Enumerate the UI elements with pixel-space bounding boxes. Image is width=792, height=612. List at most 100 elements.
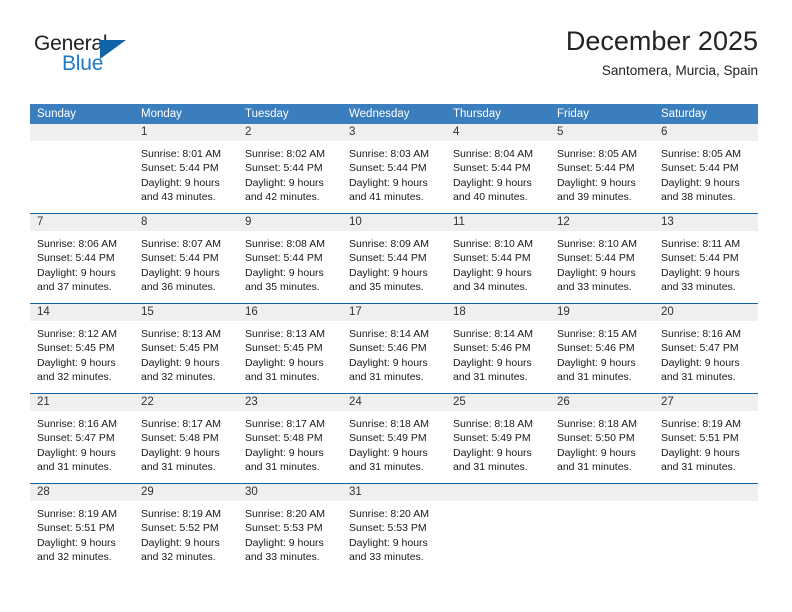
sunrise-text: Sunrise: 8:05 AM xyxy=(557,148,637,160)
sunrise-text: Sunrise: 8:06 AM xyxy=(37,238,117,250)
calendar-week-row: 21 Sunrise: 8:16 AM Sunset: 5:47 PM Dayligh… xyxy=(30,393,758,483)
day-number-band: 6 xyxy=(654,124,758,141)
daylight-text: Daylight: 9 hours xyxy=(453,356,532,369)
sunrise-text: Sunrise: 8:18 AM xyxy=(557,418,637,430)
calendar-day-cell[interactable]: 27 Sunrise: 8:19 AM Sunset: 5:51 PM Dayligh… xyxy=(654,394,758,483)
sunset-text: Sunset: 5:44 PM xyxy=(141,162,219,175)
day-details xyxy=(446,501,550,507)
day-number-band: 4 xyxy=(446,124,550,141)
day-number-band: 13 xyxy=(654,214,758,231)
calendar-day-cell[interactable]: 10 Sunrise: 8:09 AM Sunset: 5:44 PM Dayligh… xyxy=(342,214,446,303)
calendar-day-cell[interactable]: 13 Sunrise: 8:11 AM Sunset: 5:44 PM Dayligh… xyxy=(654,214,758,303)
calendar-day-cell[interactable]: 25 Sunrise: 8:18 AM Sunset: 5:49 PM Dayligh… xyxy=(446,394,550,483)
day-number: 14 xyxy=(37,306,50,318)
daylight-text-cont: and 41 minutes. xyxy=(349,191,424,204)
day-number: 20 xyxy=(661,306,674,318)
day-details: Sunrise: 8:05 AM Sunset: 5:44 PM Daylight:… xyxy=(550,141,654,205)
sunset-text: Sunset: 5:50 PM xyxy=(557,432,635,445)
calendar-day-cell[interactable]: 8 Sunrise: 8:07 AM Sunset: 5:44 PM Daylight… xyxy=(134,214,238,303)
sunset-text: Sunset: 5:44 PM xyxy=(349,252,427,265)
calendar-day-cell[interactable]: 18 Sunrise: 8:14 AM Sunset: 5:46 PM Dayligh… xyxy=(446,304,550,393)
day-number-band: 10 xyxy=(342,214,446,231)
calendar-day-cell[interactable]: 16 Sunrise: 8:13 AM Sunset: 5:45 PM Dayligh… xyxy=(238,304,342,393)
day-number-band xyxy=(446,484,550,501)
daylight-text-cont: and 32 minutes. xyxy=(37,371,112,384)
calendar-day-cell[interactable]: 9 Sunrise: 8:08 AM Sunset: 5:44 PM Daylight… xyxy=(238,214,342,303)
day-number-band: 26 xyxy=(550,394,654,411)
sunrise-text: Sunrise: 8:14 AM xyxy=(349,328,429,340)
day-number: 21 xyxy=(37,396,50,408)
sunset-text: Sunset: 5:51 PM xyxy=(37,522,115,535)
day-number: 1 xyxy=(141,126,148,138)
calendar-day-cell[interactable]: 12 Sunrise: 8:10 AM Sunset: 5:44 PM Dayligh… xyxy=(550,214,654,303)
day-number: 7 xyxy=(37,216,44,228)
sunrise-text: Sunrise: 8:12 AM xyxy=(37,328,117,340)
triangle-icon xyxy=(100,40,126,59)
daylight-text: Daylight: 9 hours xyxy=(661,176,740,189)
day-details: Sunrise: 8:12 AM Sunset: 5:45 PM Daylight:… xyxy=(30,321,134,385)
calendar-day-cell[interactable]: 4 Sunrise: 8:04 AM Sunset: 5:44 PM Daylight… xyxy=(446,124,550,213)
sunrise-text: Sunrise: 8:08 AM xyxy=(245,238,325,250)
calendar-day-cell[interactable]: 6 Sunrise: 8:05 AM Sunset: 5:44 PM Daylight… xyxy=(654,124,758,213)
calendar-day-cell[interactable]: 3 Sunrise: 8:03 AM Sunset: 5:44 PM Daylight… xyxy=(342,124,446,213)
day-details: Sunrise: 8:05 AM Sunset: 5:44 PM Daylight:… xyxy=(654,141,758,205)
daylight-text-cont: and 32 minutes. xyxy=(37,551,112,564)
day-details: Sunrise: 8:13 AM Sunset: 5:45 PM Daylight:… xyxy=(238,321,342,385)
calendar-day-cell[interactable]: 5 Sunrise: 8:05 AM Sunset: 5:44 PM Daylight… xyxy=(550,124,654,213)
day-number-band: 18 xyxy=(446,304,550,321)
day-details: Sunrise: 8:04 AM Sunset: 5:44 PM Daylight:… xyxy=(446,141,550,205)
calendar-day-cell[interactable]: 20 Sunrise: 8:16 AM Sunset: 5:47 PM Dayligh… xyxy=(654,304,758,393)
day-number-band: 11 xyxy=(446,214,550,231)
sunrise-text: Sunrise: 8:17 AM xyxy=(245,418,325,430)
calendar-week-row: 28 Sunrise: 8:19 AM Sunset: 5:51 PM Dayligh… xyxy=(30,483,758,573)
calendar-day-cell[interactable]: 2 Sunrise: 8:02 AM Sunset: 5:44 PM Daylight… xyxy=(238,124,342,213)
weekday-header-friday: Friday xyxy=(557,108,589,120)
calendar-day-cell[interactable]: 26 Sunrise: 8:18 AM Sunset: 5:50 PM Dayligh… xyxy=(550,394,654,483)
daylight-text-cont: and 38 minutes. xyxy=(661,191,736,204)
day-number-band: 22 xyxy=(134,394,238,411)
sunset-text: Sunset: 5:51 PM xyxy=(661,432,739,445)
calendar-day-cell[interactable]: 30 Sunrise: 8:20 AM Sunset: 5:53 PM Dayligh… xyxy=(238,484,342,573)
sunrise-text: Sunrise: 8:19 AM xyxy=(37,508,117,520)
calendar-day-cell[interactable]: 14 Sunrise: 8:12 AM Sunset: 5:45 PM Dayligh… xyxy=(30,304,134,393)
sunrise-text: Sunrise: 8:02 AM xyxy=(245,148,325,160)
sunrise-text: Sunrise: 8:07 AM xyxy=(141,238,221,250)
day-details: Sunrise: 8:14 AM Sunset: 5:46 PM Daylight:… xyxy=(446,321,550,385)
sunrise-text: Sunrise: 8:04 AM xyxy=(453,148,533,160)
day-number-band: 31 xyxy=(342,484,446,501)
calendar-day-cell[interactable]: 1 Sunrise: 8:01 AM Sunset: 5:44 PM Daylight… xyxy=(134,124,238,213)
day-details: Sunrise: 8:17 AM Sunset: 5:48 PM Daylight:… xyxy=(134,411,238,475)
calendar-day-cell[interactable]: 28 Sunrise: 8:19 AM Sunset: 5:51 PM Dayligh… xyxy=(30,484,134,573)
daylight-text-cont: and 42 minutes. xyxy=(245,191,320,204)
calendar-day-cell[interactable]: 17 Sunrise: 8:14 AM Sunset: 5:46 PM Dayligh… xyxy=(342,304,446,393)
calendar-page: General Blue December 2025 Santomera, Mu… xyxy=(0,0,792,612)
daylight-text: Daylight: 9 hours xyxy=(141,176,220,189)
calendar-day-cell[interactable]: 19 Sunrise: 8:15 AM Sunset: 5:46 PM Dayligh… xyxy=(550,304,654,393)
day-number: 11 xyxy=(453,216,465,228)
calendar-day-cell[interactable]: 22 Sunrise: 8:17 AM Sunset: 5:48 PM Dayligh… xyxy=(134,394,238,483)
calendar-day-cell[interactable]: 23 Sunrise: 8:17 AM Sunset: 5:48 PM Dayligh… xyxy=(238,394,342,483)
day-details: Sunrise: 8:17 AM Sunset: 5:48 PM Daylight:… xyxy=(238,411,342,475)
brand-logo[interactable]: General Blue xyxy=(34,30,274,92)
day-number: 26 xyxy=(557,396,570,408)
calendar-day-cell[interactable]: 15 Sunrise: 8:13 AM Sunset: 5:45 PM Dayligh… xyxy=(134,304,238,393)
daylight-text: Daylight: 9 hours xyxy=(453,266,532,279)
calendar-day-cell[interactable]: 31 Sunrise: 8:20 AM Sunset: 5:53 PM Dayligh… xyxy=(342,484,446,573)
calendar-day-cell[interactable]: 21 Sunrise: 8:16 AM Sunset: 5:47 PM Dayligh… xyxy=(30,394,134,483)
calendar-day-cell[interactable]: 29 Sunrise: 8:19 AM Sunset: 5:52 PM Dayligh… xyxy=(134,484,238,573)
calendar-day-cell[interactable]: 24 Sunrise: 8:18 AM Sunset: 5:49 PM Dayligh… xyxy=(342,394,446,483)
daylight-text: Daylight: 9 hours xyxy=(453,446,532,459)
sunrise-text: Sunrise: 8:03 AM xyxy=(349,148,429,160)
calendar-day-cell[interactable]: 11 Sunrise: 8:10 AM Sunset: 5:44 PM Dayligh… xyxy=(446,214,550,303)
calendar-day-cell[interactable]: 7 Sunrise: 8:06 AM Sunset: 5:44 PM Daylight… xyxy=(30,214,134,303)
sunset-text: Sunset: 5:44 PM xyxy=(245,162,323,175)
day-number-band: 27 xyxy=(654,394,758,411)
daylight-text: Daylight: 9 hours xyxy=(349,176,428,189)
daylight-text: Daylight: 9 hours xyxy=(557,266,636,279)
sunrise-text: Sunrise: 8:11 AM xyxy=(661,238,741,250)
daylight-text: Daylight: 9 hours xyxy=(661,446,740,459)
daylight-text: Daylight: 9 hours xyxy=(661,356,740,369)
day-number: 15 xyxy=(141,306,154,318)
sunrise-text: Sunrise: 8:20 AM xyxy=(349,508,429,520)
daylight-text: Daylight: 9 hours xyxy=(141,356,220,369)
